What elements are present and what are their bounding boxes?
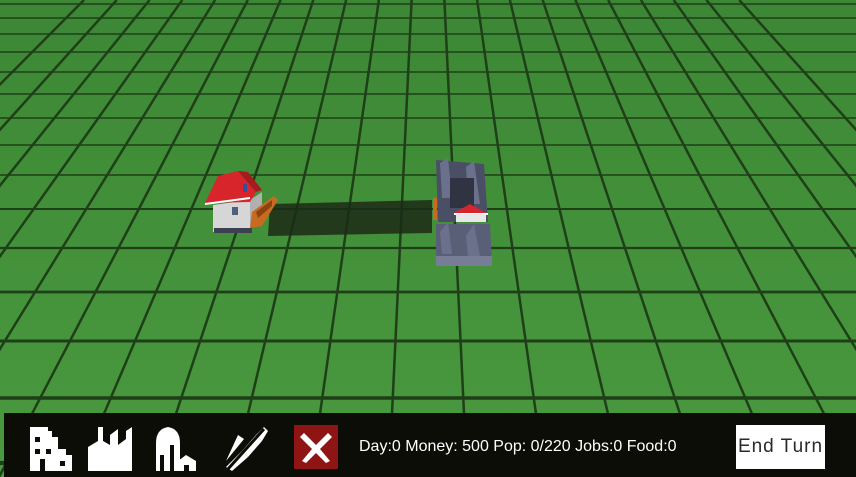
build-road-button[interactable]	[220, 425, 270, 471]
bottom-toolbar: Day:0 Money: 500 Pop: 0/220 Jobs:0 Food:…	[4, 413, 856, 477]
stats-readout: Day:0 Money: 500 Pop: 0/220 Jobs:0 Food:…	[359, 438, 677, 455]
building-shadow	[268, 200, 432, 236]
house-icon	[30, 427, 72, 471]
farm-silo-icon	[156, 427, 196, 471]
build-farm-button[interactable]	[150, 425, 200, 471]
delete-button[interactable]	[294, 425, 338, 469]
factory-building[interactable]	[433, 158, 492, 266]
game-world-view[interactable]	[0, 0, 856, 477]
build-house-button[interactable]	[24, 425, 74, 471]
build-factory-button[interactable]	[86, 425, 136, 471]
factory-icon	[88, 427, 132, 471]
delete-x-icon	[300, 433, 332, 463]
end-turn-button[interactable]: End Turn	[736, 425, 825, 469]
road-remove-icon	[226, 427, 268, 471]
